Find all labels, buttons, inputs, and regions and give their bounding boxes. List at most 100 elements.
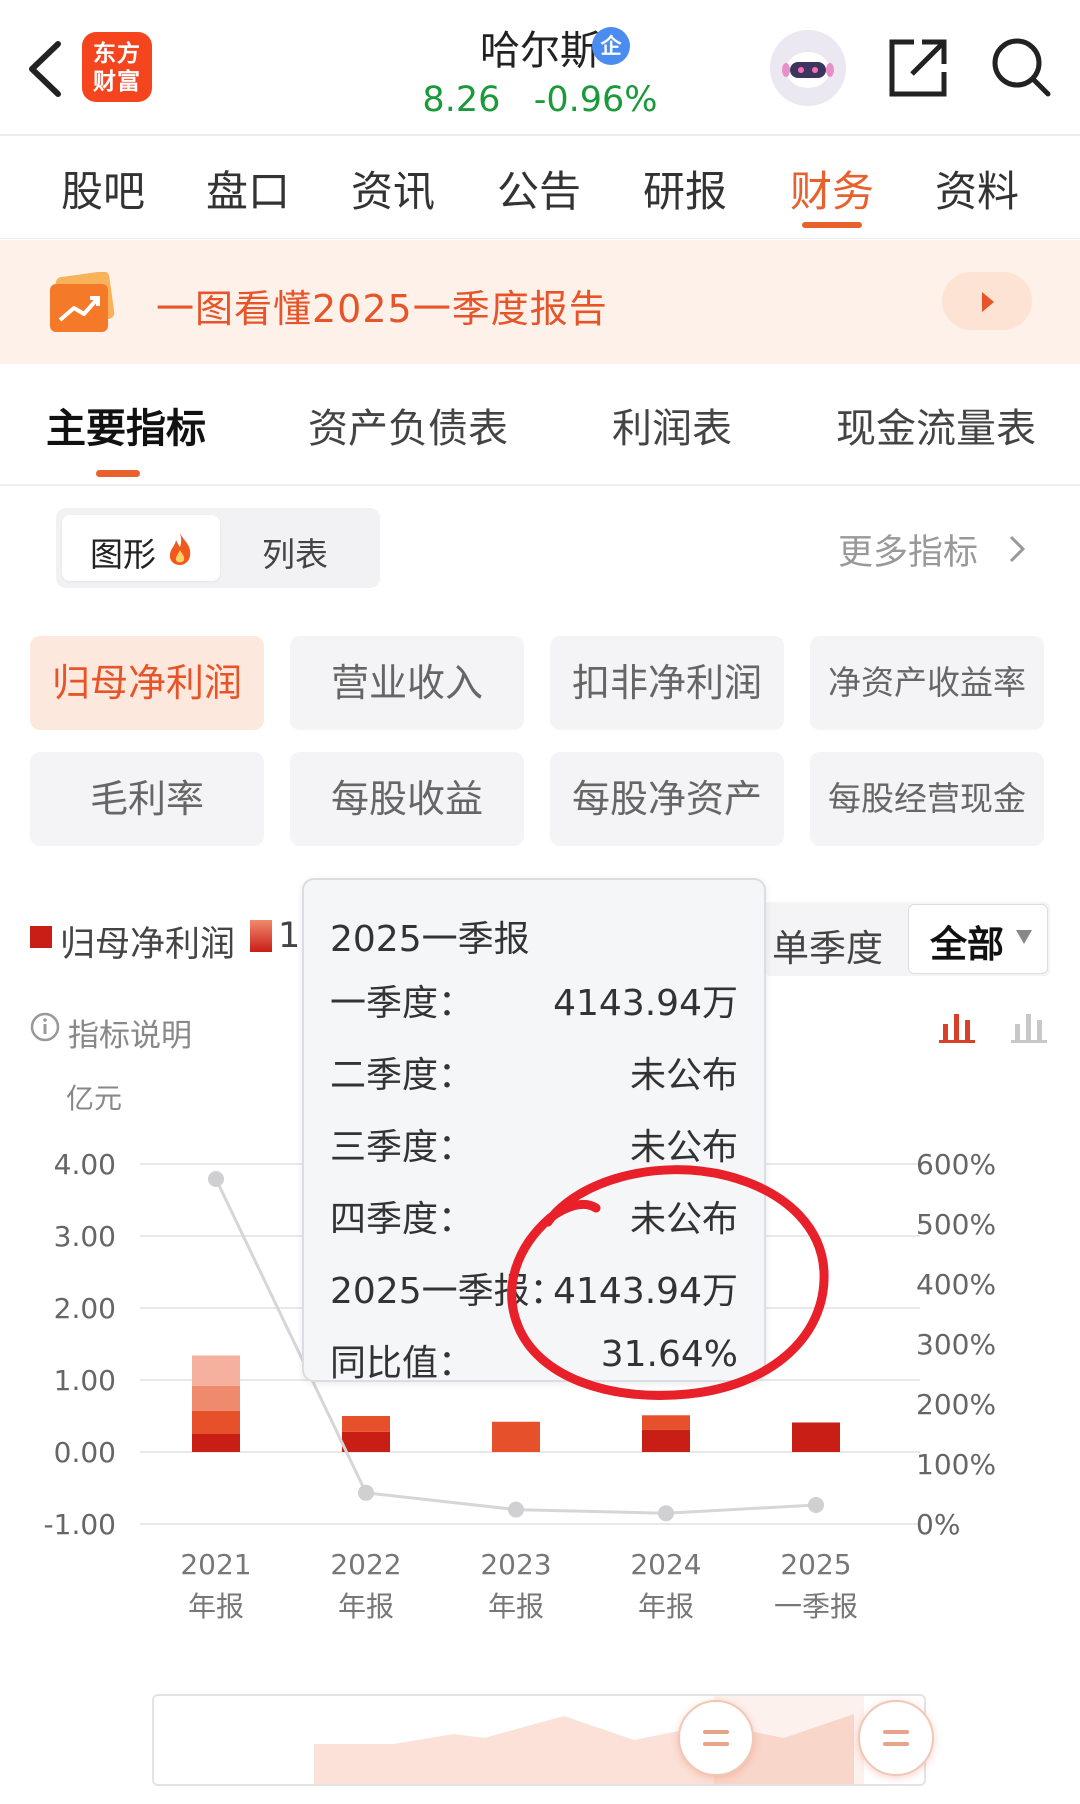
tab-research[interactable]: 研报 [630,158,740,219]
stock-price: 8.26 [422,80,501,120]
fire-icon [169,532,191,565]
x-tick-year: 2025 [780,1548,851,1581]
y2-tick-label: 500% [916,1208,996,1241]
bar-chart-icon[interactable] [1010,1010,1048,1044]
x-tick-year: 2023 [480,1548,551,1581]
banner-text[interactable]: 一图看懂2025一季度报告 [156,278,608,333]
metric-deducted-net-profit[interactable]: 扣非净利润 [550,636,784,730]
metric-operating-cash-per-share[interactable]: 每股经营现金 [810,752,1044,846]
y-tick-label: -1.00 [44,1508,116,1541]
tab-news[interactable]: 资讯 [338,158,448,219]
play-arrow-icon [982,292,994,312]
period-single-quarter[interactable]: 单季度 [772,918,883,972]
handle-grip-icon [883,1742,909,1746]
active-tab-indicator [802,222,862,228]
metric-roe[interactable]: 净资产收益率 [810,636,1044,730]
y-tick-label: 0.00 [54,1436,116,1469]
indicator-note[interactable]: 指标说明 [68,1010,192,1055]
y-tick-label: 3.00 [54,1220,116,1253]
metric-gross-margin[interactable]: 毛利率 [30,752,264,846]
period-all-label[interactable]: 全部 [930,914,1004,968]
tab-pankou[interactable]: 盘口 [193,158,303,219]
tab-finance[interactable]: 财务 [777,158,887,219]
bar-segment [192,1434,240,1452]
info-icon[interactable] [30,1012,60,1042]
metric-eps[interactable]: 每股收益 [290,752,524,846]
tooltip-row-value: 4143.94万 [553,983,738,1024]
tooltip-row-label: 四季度： [330,1199,475,1240]
y-axis-unit: 亿元 [66,1082,122,1115]
report-chart-icon [50,272,115,332]
chevron-down-icon[interactable] [1016,930,1032,944]
x-tick-period: 一季报 [774,1590,858,1623]
tabs-divider [0,238,1080,239]
yoy-point [358,1484,374,1501]
tooltip-row-label: 同比值： [330,1343,475,1384]
x-tick-period: 年报 [638,1590,694,1623]
toggle-graph-label[interactable]: 图形 [90,528,156,576]
bar-segment [792,1422,840,1452]
bar-segment [192,1385,240,1411]
x-tick-year: 2021 [180,1548,251,1581]
active-subtab-indicator [96,470,140,477]
bar-segment [192,1410,240,1434]
y-tick-label: 1.00 [54,1364,116,1397]
yoy-point [808,1497,824,1514]
subtab-cash-flow[interactable]: 现金流量表 [836,396,1036,454]
metric-revenue[interactable]: 营业收入 [290,636,524,730]
y2-tick-label: 100% [916,1448,996,1481]
legend-net-profit: 归母净利润 [60,925,236,965]
navigator-left-handle[interactable] [678,1700,754,1776]
bar-segment [192,1355,240,1386]
toggle-list-button[interactable]: 列表 [262,528,328,576]
navigator-right-handle[interactable] [858,1700,934,1776]
metric-net-profit[interactable]: 归母净利润 [30,636,264,730]
subtab-income-statement[interactable]: 利润表 [612,396,732,454]
tooltip-row-label: 三季度： [330,1127,475,1168]
price-change: -0.96% [533,80,658,120]
subtabs-divider [0,484,1080,486]
legend-quarter-swatch [250,920,272,952]
bar-segment [342,1416,390,1432]
hand-drawn-circle-annotation [507,1165,829,1400]
x-tick-year: 2024 [630,1548,701,1581]
tab-guba[interactable]: 股吧 [48,158,158,219]
enterprise-badge-icon: 企 [592,27,630,65]
tooltip-title: 2025一季报 [330,919,530,960]
y-tick-label: 2.00 [54,1292,116,1325]
search-icon[interactable] [988,34,1054,100]
chevron-right-icon[interactable] [1008,534,1026,564]
subtab-balance-sheet[interactable]: 资产负债表 [308,396,508,454]
y2-tick-label: 200% [916,1388,996,1421]
y2-tick-label: 300% [916,1328,996,1361]
tooltip-row-label: 二季度： [330,1055,475,1096]
robot-avatar-icon[interactable] [770,30,846,106]
handle-grip-icon [703,1742,729,1746]
bar-segment [642,1429,690,1452]
subtab-key-metrics[interactable]: 主要指标 [46,396,206,454]
more-metrics-link[interactable]: 更多指标 [838,524,978,575]
handle-grip-icon [703,1730,729,1734]
x-tick-period: 年报 [488,1590,544,1623]
tab-announcements[interactable]: 公告 [484,158,594,219]
navigator-preview [314,1696,864,1784]
header-divider [0,134,1080,136]
y-tick-label: 4.00 [54,1148,116,1181]
handle-grip-icon [883,1730,909,1734]
bar-segment [342,1431,390,1452]
stacked-bar-chart-icon[interactable] [938,1010,976,1044]
share-icon[interactable] [886,36,950,100]
x-tick-year: 2022 [330,1548,401,1581]
metric-bvps[interactable]: 每股净资产 [550,752,784,846]
y2-tick-label: 400% [916,1268,996,1301]
y2-tick-label: 600% [916,1148,996,1181]
yoy-point [658,1505,674,1522]
tooltip-row-label: 一季度： [330,983,475,1024]
legend-color-swatch [30,926,52,948]
bar-segment [492,1421,540,1452]
x-tick-period: 年报 [188,1590,244,1623]
yoy-point [208,1171,224,1187]
x-tick-period: 年报 [338,1590,394,1623]
y2-tick-label: 0% [916,1508,960,1541]
tab-profile[interactable]: 资料 [922,158,1032,219]
